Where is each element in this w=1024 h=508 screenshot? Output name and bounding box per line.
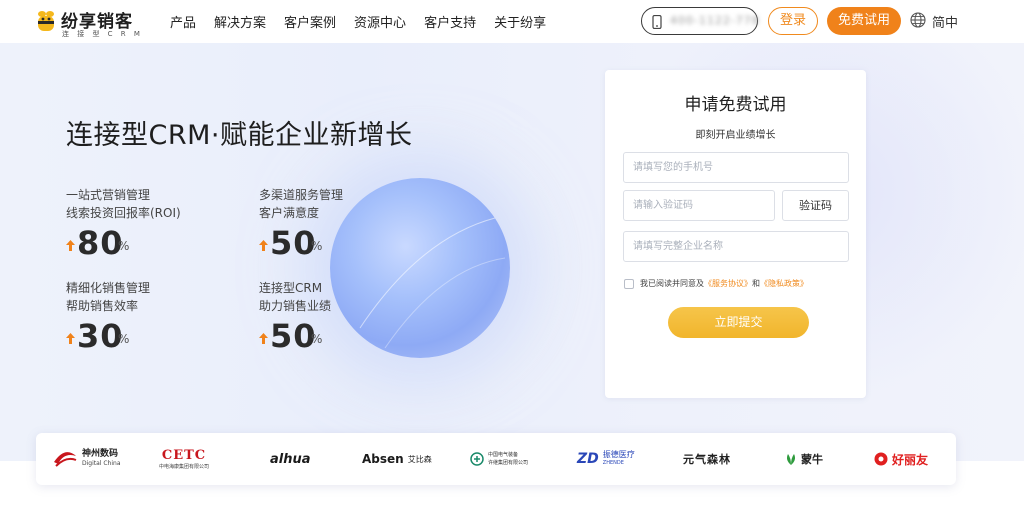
partner-name: 蒙牛: [801, 453, 823, 466]
partner-logo-digital-china: 神州数码 Digital China: [52, 433, 121, 485]
stat-sublabel: 帮助销售效率: [66, 299, 139, 313]
agreement-text: 我已阅读并同意及《服务协议》和《隐私政策》: [640, 278, 808, 290]
stat-label: 精细化销售管理: [66, 281, 151, 295]
hotline-number: 400-1122-778: [670, 14, 760, 27]
free-trial-button[interactable]: 免费试用: [827, 7, 901, 35]
top-header: 纷享销客 连 接 型 C R M 产品 解决方案 客户案例 资源中心 客户支持 …: [0, 0, 1024, 43]
nav-item-products[interactable]: 产品: [170, 12, 196, 31]
form-title: 申请免费试用: [684, 95, 787, 115]
partner-logo-orion: 好丽友: [874, 433, 928, 485]
up-arrow-icon: [66, 240, 75, 251]
zhende-mark-icon: ZD: [577, 451, 599, 467]
stat-label: 一站式营销管理: [66, 188, 151, 202]
stat-sublabel: 助力销售业绩: [259, 299, 332, 313]
agreement-and: 和: [752, 279, 760, 288]
service-agreement-link[interactable]: 《服务协议》: [704, 279, 752, 288]
submit-button[interactable]: 立即提交: [668, 307, 809, 338]
phone-icon: [652, 15, 662, 29]
stat-unit: %: [118, 239, 130, 253]
partner-subname: 艾比森: [407, 454, 432, 464]
bee-logo-icon: [38, 11, 54, 31]
partner-name: CETC: [161, 448, 207, 463]
partner-name: alhua: [270, 451, 311, 467]
hero-section: 连接型CRM·赋能企业新增长 一站式营销管理 线索投资回报率(ROI) 80 %…: [0, 43, 1024, 461]
nav-item-about[interactable]: 关于纷享: [494, 12, 546, 31]
stat-sublabel: 客户满意度: [259, 206, 320, 220]
up-arrow-icon: [66, 333, 75, 344]
partner-logo-absen: Absen 艾比森: [362, 433, 432, 485]
partner-name: Absen: [362, 452, 404, 466]
stat-sublabel: 线索投资回报率(ROI): [66, 206, 181, 220]
nav-item-cases[interactable]: 客户案例: [284, 12, 336, 31]
partner-name: 元气森林: [683, 453, 731, 466]
nav-item-solutions[interactable]: 解决方案: [214, 12, 266, 31]
get-code-button[interactable]: 验证码: [782, 190, 849, 221]
stat-number: 30: [77, 317, 124, 355]
up-arrow-icon: [259, 333, 268, 344]
brand-tagline: 连 接 型 C R M: [62, 30, 143, 38]
agreement-prefix: 我已阅读并同意及: [640, 279, 704, 288]
partner-name: 神州数码: [82, 449, 119, 459]
partner-name: 中国电气装备: [488, 452, 519, 458]
form-subtitle: 即刻开启业绩增长: [695, 130, 776, 141]
partner-subname: 中电海康集团有限公司: [159, 464, 210, 470]
stat-sales-efficiency: 精细化销售管理 帮助销售效率 30 %: [66, 279, 236, 355]
agreement-checkbox[interactable]: [624, 279, 634, 289]
brand-logo[interactable]: 纷享销客 连 接 型 C R M: [36, 7, 146, 38]
privacy-policy-link[interactable]: 《隐私政策》: [760, 279, 808, 288]
hero-title: 连接型CRM·赋能企业新增长: [66, 120, 413, 151]
hotline-pill[interactable]: 400-1122-778: [641, 7, 760, 35]
stat-number: 50: [270, 224, 317, 262]
partner-name: 好丽友: [892, 452, 929, 467]
free-trial-form-card: 申请免费试用 即刻开启业绩增长 验证码 我已阅读并同意及《服务协议》和《隐私政策…: [605, 70, 866, 398]
phone-input[interactable]: [623, 152, 849, 183]
stat-unit: %: [118, 332, 130, 346]
partner-subname: ZHENDE: [602, 460, 624, 466]
partner-name: 振德医疗: [602, 450, 635, 459]
stat-satisfaction: 多渠道服务管理 客户满意度 50 %: [259, 186, 429, 262]
stat-label: 连接型CRM: [259, 281, 323, 295]
company-name-input[interactable]: [623, 231, 849, 262]
stat-number: 80: [77, 224, 124, 262]
partner-subname: Digital China: [82, 460, 121, 467]
partner-logo-genki-forest: 元气森林: [683, 433, 731, 485]
china-electric-logo-icon: [470, 452, 484, 466]
partner-logo-zhende: ZD 振德医疗 ZHENDE: [577, 433, 635, 485]
language-label: 简中: [932, 16, 959, 31]
nav-item-resources[interactable]: 资源中心: [354, 12, 406, 31]
partner-logo-mengniu: 蒙牛: [785, 433, 823, 485]
up-arrow-icon: [259, 240, 268, 251]
verification-code-input[interactable]: [623, 190, 775, 221]
digital-china-logo-icon: [54, 452, 77, 467]
stat-number: 50: [270, 317, 317, 355]
stat-sales-performance: 连接型CRM 助力销售业绩 50 %: [259, 279, 429, 355]
main-nav: 产品 解决方案 客户案例 资源中心 客户支持 关于纷享: [170, 12, 564, 31]
login-button[interactable]: 登录: [768, 7, 818, 35]
stat-roi: 一站式营销管理 线索投资回报率(ROI) 80 %: [66, 186, 236, 262]
partner-logo-dahua: alhua: [270, 433, 311, 485]
partner-logo-xj-group: 中国电气装备 许继集团有限公司: [470, 433, 528, 485]
mengniu-leaf-icon: [787, 454, 795, 465]
stat-label: 多渠道服务管理: [259, 188, 344, 202]
orion-logo-icon: [874, 452, 888, 466]
nav-item-support[interactable]: 客户支持: [424, 12, 476, 31]
stat-unit: %: [311, 239, 323, 253]
stat-unit: %: [311, 332, 323, 346]
globe-icon: [910, 12, 926, 28]
partner-logo-cetc: CETC 中电海康集团有限公司: [159, 433, 209, 485]
partner-subname: 许继集团有限公司: [488, 460, 529, 466]
partner-logo-strip: 神州数码 Digital China CETC 中电海康集团有限公司 alhua…: [36, 433, 956, 485]
